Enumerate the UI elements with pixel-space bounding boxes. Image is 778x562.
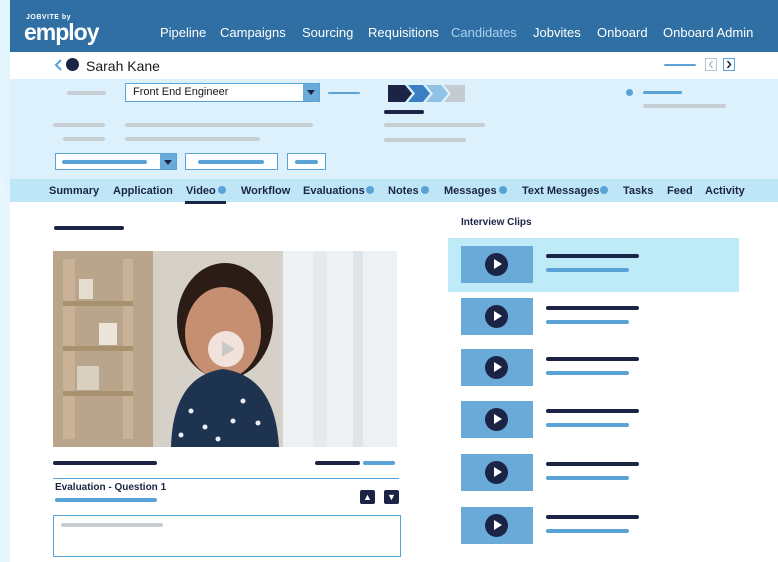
tab-feed[interactable]: Feed — [667, 185, 693, 197]
play-icon[interactable] — [485, 253, 508, 276]
nav-onboard[interactable]: Onboard — [597, 25, 648, 40]
play-icon[interactable] — [485, 514, 508, 537]
tab-messages[interactable]: Messages — [444, 185, 497, 197]
video-duration-placeholder — [363, 461, 395, 465]
placeholder-line — [67, 91, 106, 95]
workflow-progress-chevrons — [388, 85, 465, 102]
clip-title-placeholder — [546, 462, 639, 466]
clip-thumbnail[interactable] — [461, 507, 533, 544]
tab-application[interactable]: Application — [113, 185, 173, 197]
next-arrow-icon[interactable] — [723, 58, 735, 71]
placeholder-line — [198, 160, 264, 164]
small-button[interactable] — [287, 153, 326, 170]
thumbs-down-icon[interactable]: ▼ — [384, 490, 399, 504]
placeholder-line — [125, 123, 313, 127]
status-dot — [626, 89, 633, 96]
placeholder-line — [63, 137, 105, 141]
placeholder-line — [125, 137, 260, 141]
nav-onboard-admin[interactable]: Onboard Admin — [663, 25, 753, 40]
clip-thumbnail[interactable] — [461, 349, 533, 386]
tab-evaluations[interactable]: Evaluations — [303, 185, 365, 197]
nav-pipeline[interactable]: Pipeline — [160, 25, 206, 40]
clip-thumbnail[interactable] — [461, 246, 533, 283]
tab-text-messages[interactable]: Text Messages — [522, 185, 599, 197]
placeholder-line — [328, 92, 360, 94]
tab-notes[interactable]: Notes — [388, 185, 419, 197]
placeholder-line — [295, 160, 318, 164]
avatar — [66, 58, 79, 71]
placeholder-line — [384, 110, 424, 114]
play-icon[interactable] — [485, 461, 508, 484]
job-select-value: Front End Engineer — [133, 86, 229, 98]
nav-campaigns[interactable]: Campaigns — [220, 25, 286, 40]
tab-indicator-dot — [600, 186, 608, 194]
filter-select[interactable] — [55, 153, 177, 170]
placeholder-line — [643, 104, 726, 108]
chevron-down-icon — [303, 84, 319, 101]
tab-indicator-dot — [499, 186, 507, 194]
interview-clips-title: Interview Clips — [461, 217, 532, 228]
clip-meta-placeholder — [546, 423, 629, 427]
chevron-down-icon — [160, 154, 176, 169]
play-icon[interactable] — [485, 356, 508, 379]
clip-meta-placeholder — [546, 476, 629, 480]
video-meta-placeholder — [53, 461, 157, 465]
thumbs-up-icon[interactable]: ▲ — [360, 490, 375, 504]
clip-meta-placeholder — [546, 320, 629, 324]
placeholder-line — [53, 123, 105, 127]
divider — [53, 478, 399, 479]
rating-placeholder — [55, 498, 157, 502]
clip-title-placeholder — [546, 357, 639, 361]
video-time-placeholder — [315, 461, 360, 465]
job-select[interactable]: Front End Engineer — [125, 83, 320, 102]
clip-title-placeholder — [546, 306, 639, 310]
tab-indicator-dot — [421, 186, 429, 194]
clip-thumbnail[interactable] — [461, 401, 533, 438]
clip-thumbnail[interactable] — [461, 298, 533, 335]
nav-requisitions[interactable]: Requisitions — [368, 25, 439, 40]
tab-activity[interactable]: Activity — [705, 185, 745, 197]
play-icon[interactable] — [485, 305, 508, 328]
video-player[interactable] — [53, 251, 397, 447]
clip-meta-placeholder — [546, 268, 629, 272]
comment-placeholder — [61, 523, 163, 527]
play-overlay-icon[interactable] — [207, 330, 245, 368]
nav-sourcing[interactable]: Sourcing — [302, 25, 353, 40]
placeholder-line — [62, 160, 147, 164]
placeholder-line — [643, 91, 682, 94]
tab-tasks[interactable]: Tasks — [623, 185, 653, 197]
prev-arrow-icon[interactable] — [705, 58, 717, 71]
evaluation-question-label: Evaluation - Question 1 — [55, 482, 167, 493]
pager-line — [664, 64, 696, 66]
active-tab-underline — [185, 201, 226, 204]
tab-indicator-dot — [218, 186, 226, 194]
top-nav-bar: JOBVITE by employ Pipeline Campaigns Sou… — [10, 0, 778, 52]
clip-meta-placeholder — [546, 371, 629, 375]
evaluation-comment-input[interactable] — [53, 515, 401, 557]
clip-title-placeholder — [546, 515, 639, 519]
play-icon[interactable] — [485, 408, 508, 431]
clip-thumbnail[interactable] — [461, 454, 533, 491]
tab-indicator-dot — [366, 186, 374, 194]
candidate-name: Sarah Kane — [86, 58, 160, 74]
tab-workflow[interactable]: Workflow — [241, 185, 290, 197]
filter-field[interactable] — [185, 153, 278, 170]
nav-candidates[interactable]: Candidates — [451, 25, 517, 40]
clip-title-placeholder — [546, 254, 639, 258]
tab-summary[interactable]: Summary — [49, 185, 99, 197]
clip-meta-placeholder — [546, 529, 629, 533]
employ-logo[interactable]: employ — [24, 19, 100, 46]
section-heading-placeholder — [54, 226, 124, 230]
placeholder-line — [384, 123, 485, 127]
tab-video[interactable]: Video — [186, 185, 216, 197]
back-chevron-icon[interactable] — [53, 59, 63, 71]
placeholder-line — [384, 138, 466, 142]
clip-title-placeholder — [546, 409, 639, 413]
candidate-header: Sarah Kane — [10, 52, 778, 80]
nav-jobvites[interactable]: Jobvites — [533, 25, 581, 40]
